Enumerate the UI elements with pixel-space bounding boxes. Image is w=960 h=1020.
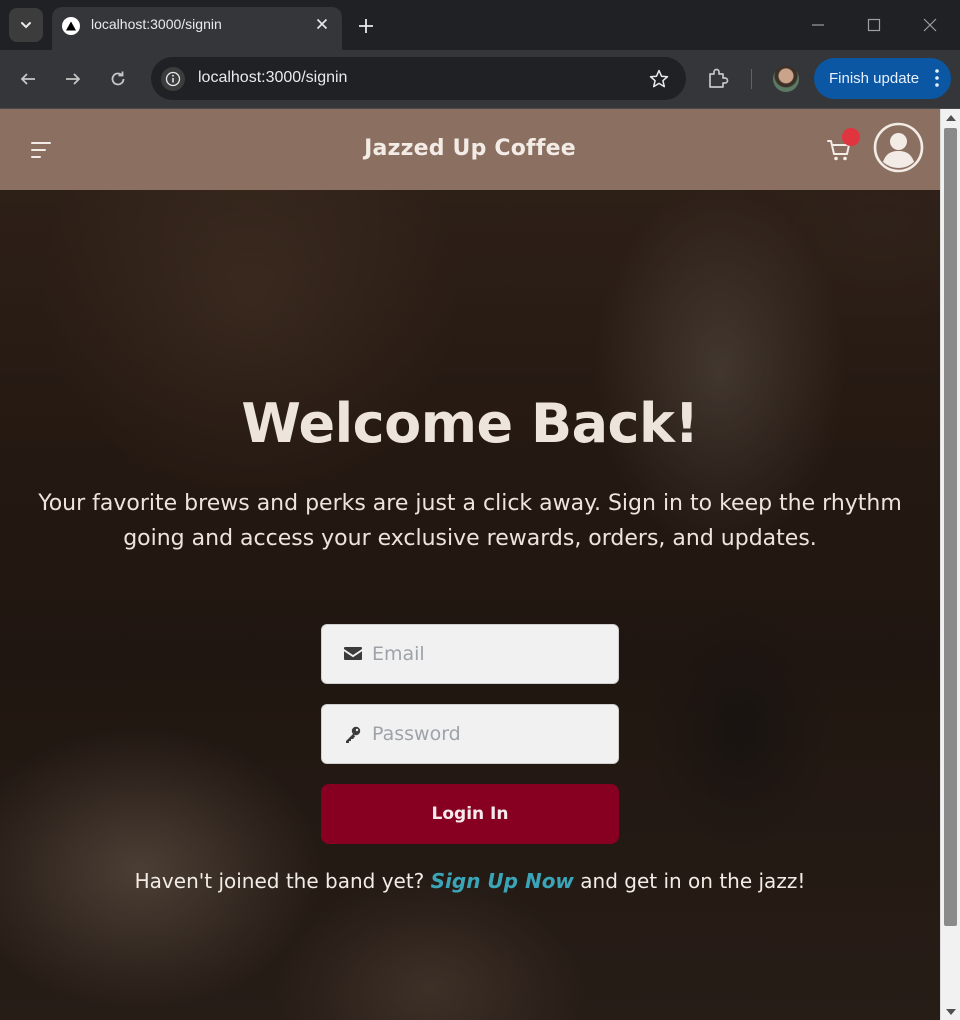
site-info-icon[interactable] [161, 67, 185, 91]
browser-profile-avatar[interactable] [773, 66, 799, 92]
finish-update-button[interactable]: Finish update [814, 58, 951, 99]
site-header: Jazzed Up Coffee [0, 109, 940, 190]
password-field[interactable] [321, 704, 619, 764]
close-tab-icon[interactable] [314, 16, 330, 32]
more-vertical-icon [935, 69, 939, 87]
chevron-down-icon [21, 22, 31, 29]
signup-suffix: and get in on the jazz! [580, 869, 806, 893]
welcome-subtitle: Your favorite brews and perks are just a… [38, 491, 902, 551]
user-profile-icon[interactable] [873, 122, 924, 173]
signup-prompt: Haven't joined the band yet? Sign Up Now… [0, 869, 940, 893]
browser-toolbar: localhost:3000/signin Finish update [0, 50, 960, 109]
extensions-puzzle-icon[interactable] [705, 65, 731, 91]
close-window-button[interactable] [902, 0, 958, 50]
back-button[interactable] [11, 62, 45, 96]
email-field[interactable] [321, 624, 619, 684]
scroll-up-arrow-icon[interactable] [946, 115, 956, 121]
envelope-icon [344, 647, 362, 660]
triangle-favicon-icon [62, 17, 80, 35]
welcome-heading: Welcome Back! [241, 392, 699, 455]
browser-tabstrip: localhost:3000/signin [0, 0, 960, 50]
scroll-down-arrow-icon[interactable] [946, 1009, 956, 1015]
password-input[interactable] [372, 705, 612, 763]
minimize-button[interactable] [790, 0, 846, 50]
maximize-button[interactable] [846, 0, 902, 50]
finish-update-label: Finish update [829, 70, 920, 87]
maximize-icon [867, 18, 881, 32]
plus-icon [359, 19, 373, 33]
browser-tab[interactable]: localhost:3000/signin [52, 7, 342, 50]
new-tab-button[interactable] [352, 12, 380, 40]
reload-button[interactable] [101, 62, 135, 96]
key-icon [346, 726, 361, 743]
site-title[interactable]: Jazzed Up Coffee [0, 136, 940, 161]
forward-button[interactable] [56, 62, 90, 96]
toolbar-divider [751, 69, 752, 89]
login-button[interactable]: Login In [321, 784, 619, 844]
address-url: localhost:3000/signin [198, 69, 348, 86]
cart-notification-badge [842, 128, 860, 146]
bookmark-star-icon[interactable] [648, 68, 670, 90]
arrow-left-icon [20, 73, 35, 85]
tab-search-button[interactable] [9, 8, 43, 42]
minimize-icon [812, 24, 824, 26]
signup-link[interactable]: Sign Up Now [431, 869, 574, 893]
signup-prefix: Haven't joined the band yet? [134, 869, 425, 893]
arrow-right-icon [66, 73, 81, 85]
close-icon [923, 18, 937, 32]
tab-title: localhost:3000/signin [91, 16, 222, 32]
reload-icon [111, 71, 125, 86]
email-input[interactable] [372, 625, 612, 683]
scrollbar-thumb[interactable] [944, 128, 957, 926]
page-viewport: Jazzed Up Coffee Welcome Back! Your favo… [0, 109, 940, 1020]
page-scrollbar[interactable] [940, 109, 960, 1020]
address-bar[interactable]: localhost:3000/signin [151, 57, 686, 100]
